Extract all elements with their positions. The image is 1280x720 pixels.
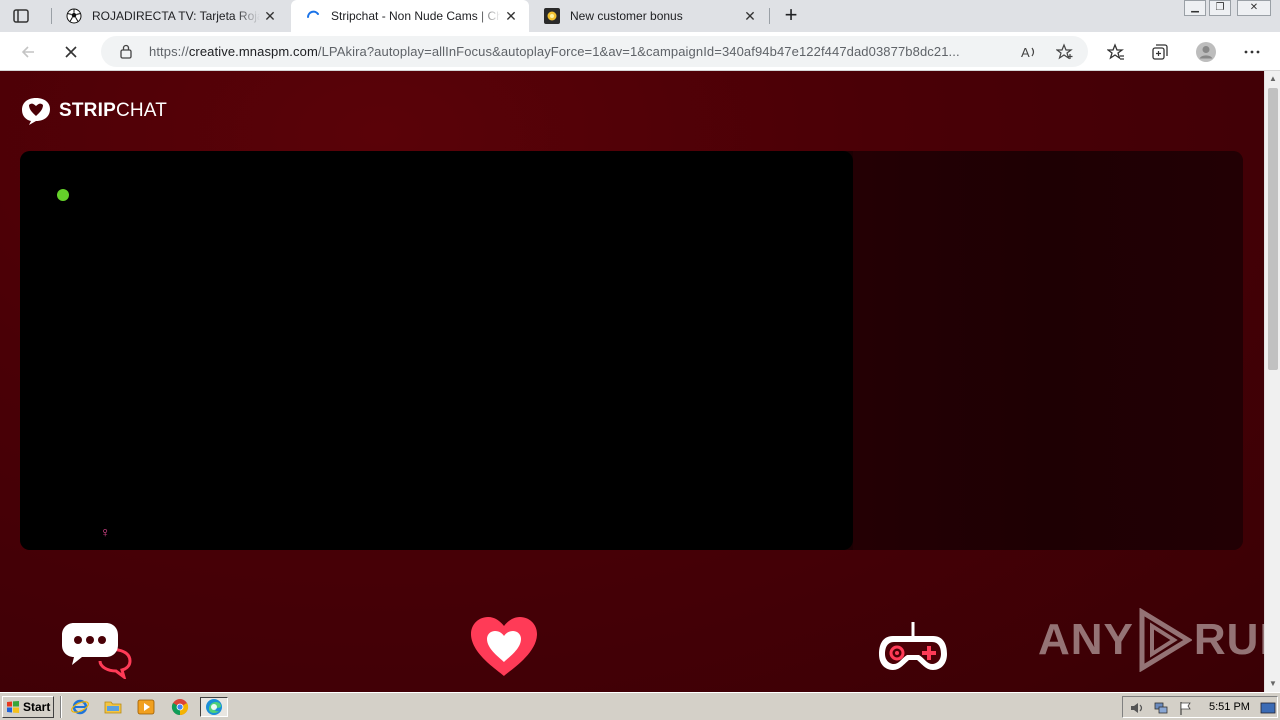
address-bar[interactable]: https://creative.mnaspm.com/LPAkira?auto… [101, 36, 1088, 67]
back-button[interactable] [16, 40, 40, 64]
female-gender-icon: ♀ [100, 524, 111, 540]
scroll-down-arrow-icon[interactable]: ▼ [1265, 676, 1280, 692]
volume-icon[interactable] [1129, 700, 1145, 716]
tab-actions-icon[interactable] [12, 7, 30, 25]
url-text[interactable]: https://creative.mnaspm.com/LPAkira?auto… [149, 44, 1009, 59]
gamepad-icon [877, 620, 949, 674]
scroll-thumb[interactable] [1268, 88, 1278, 370]
page-scrollbar[interactable]: ▲ ▼ [1264, 71, 1280, 692]
logo-wordmark: STRIPCHAT [59, 100, 167, 122]
watermark-right: RUN [1193, 615, 1264, 664]
svg-text:A: A [1021, 45, 1030, 60]
tab-close-icon[interactable]: ✕ [501, 6, 521, 26]
video-player[interactable]: ♀ [20, 151, 853, 550]
add-favorite-icon[interactable] [1055, 42, 1075, 62]
start-label: Start [23, 700, 51, 714]
logo-word-bold: STRIP [59, 100, 116, 121]
system-tray: 5:51 PM [1122, 696, 1278, 718]
tab-close-icon[interactable]: ✕ [740, 6, 760, 26]
video-stage: ♀ [20, 151, 1243, 550]
logo-word-regular: CHAT [115, 100, 168, 121]
live-indicator [57, 189, 69, 201]
chat-bubbles-icon [60, 621, 134, 679]
tab-strip: ROJADIRECTA TV: Tarjeta Roja TV ✕ Stripc… [0, 0, 1280, 32]
side-panel [853, 151, 1243, 550]
show-desktop-icon[interactable] [1260, 700, 1276, 716]
restore-button[interactable]: ❐ [1209, 0, 1231, 16]
minimize-button[interactable]: ▁ [1184, 0, 1206, 16]
chrome-icon[interactable] [170, 697, 190, 717]
windows-taskbar: Start 5:51 PM [0, 692, 1280, 720]
url-path: /LPAkira?autoplay=allInFocus&autoplayFor… [317, 44, 960, 59]
tab-new-customer-bonus[interactable]: New customer bonus ✕ [530, 0, 768, 32]
anyrun-watermark: ANY RUN [1038, 608, 1264, 672]
read-aloud-icon[interactable]: A [1019, 42, 1039, 62]
file-explorer-icon[interactable] [103, 697, 123, 717]
taskbar-divider [60, 696, 62, 718]
network-icon[interactable] [1153, 700, 1169, 716]
tab-rojadirecta[interactable]: ROJADIRECTA TV: Tarjeta Roja TV ✕ [52, 0, 288, 32]
more-menu-icon[interactable] [1240, 40, 1264, 64]
action-center-flag-icon[interactable] [1177, 700, 1193, 716]
tab-separator [769, 8, 770, 24]
tab-title: New customer bonus [570, 9, 683, 23]
tab-title: ROJADIRECTA TV: Tarjeta Roja TV [92, 9, 260, 23]
soccer-ball-icon [66, 8, 82, 24]
scroll-up-arrow-icon[interactable]: ▲ [1265, 71, 1280, 87]
media-player-icon[interactable] [136, 697, 156, 717]
bonus-sun-icon [544, 8, 560, 24]
new-tab-button[interactable]: + [779, 4, 803, 28]
heart-icon [469, 616, 539, 678]
internet-explorer-icon[interactable] [70, 697, 90, 717]
start-button[interactable]: Start [2, 696, 54, 718]
edge-taskbar-icon[interactable] [200, 697, 228, 717]
browser-toolbar: https://creative.mnaspm.com/LPAkira?auto… [0, 32, 1280, 71]
url-host: creative.mnaspm.com [188, 44, 318, 59]
taskbar-clock[interactable]: 5:51 PM [1209, 701, 1250, 713]
windows-flag-icon [7, 701, 19, 713]
page-content: STRIPCHAT ♀ ANY RU [0, 71, 1264, 692]
loading-spinner-icon [305, 8, 321, 24]
lock-icon[interactable] [119, 44, 133, 59]
tab-title: Stripchat - Non Nude Cams | Chat [331, 9, 501, 23]
collections-icon[interactable] [1148, 40, 1172, 64]
stripchat-logo-icon [22, 98, 50, 125]
favorites-icon[interactable] [1104, 40, 1128, 64]
profile-avatar[interactable] [1194, 40, 1218, 64]
play-triangle-icon [1139, 608, 1192, 672]
stop-loading-button[interactable] [59, 40, 83, 64]
stripchat-logo[interactable]: STRIPCHAT [20, 96, 167, 126]
watermark-left: ANY [1038, 615, 1134, 664]
tab-stripchat[interactable]: Stripchat - Non Nude Cams | Chat ✕ [291, 0, 529, 32]
tab-close-icon[interactable]: ✕ [260, 6, 280, 26]
url-scheme: https:// [149, 44, 189, 59]
close-window-button[interactable]: ✕ [1237, 0, 1271, 16]
